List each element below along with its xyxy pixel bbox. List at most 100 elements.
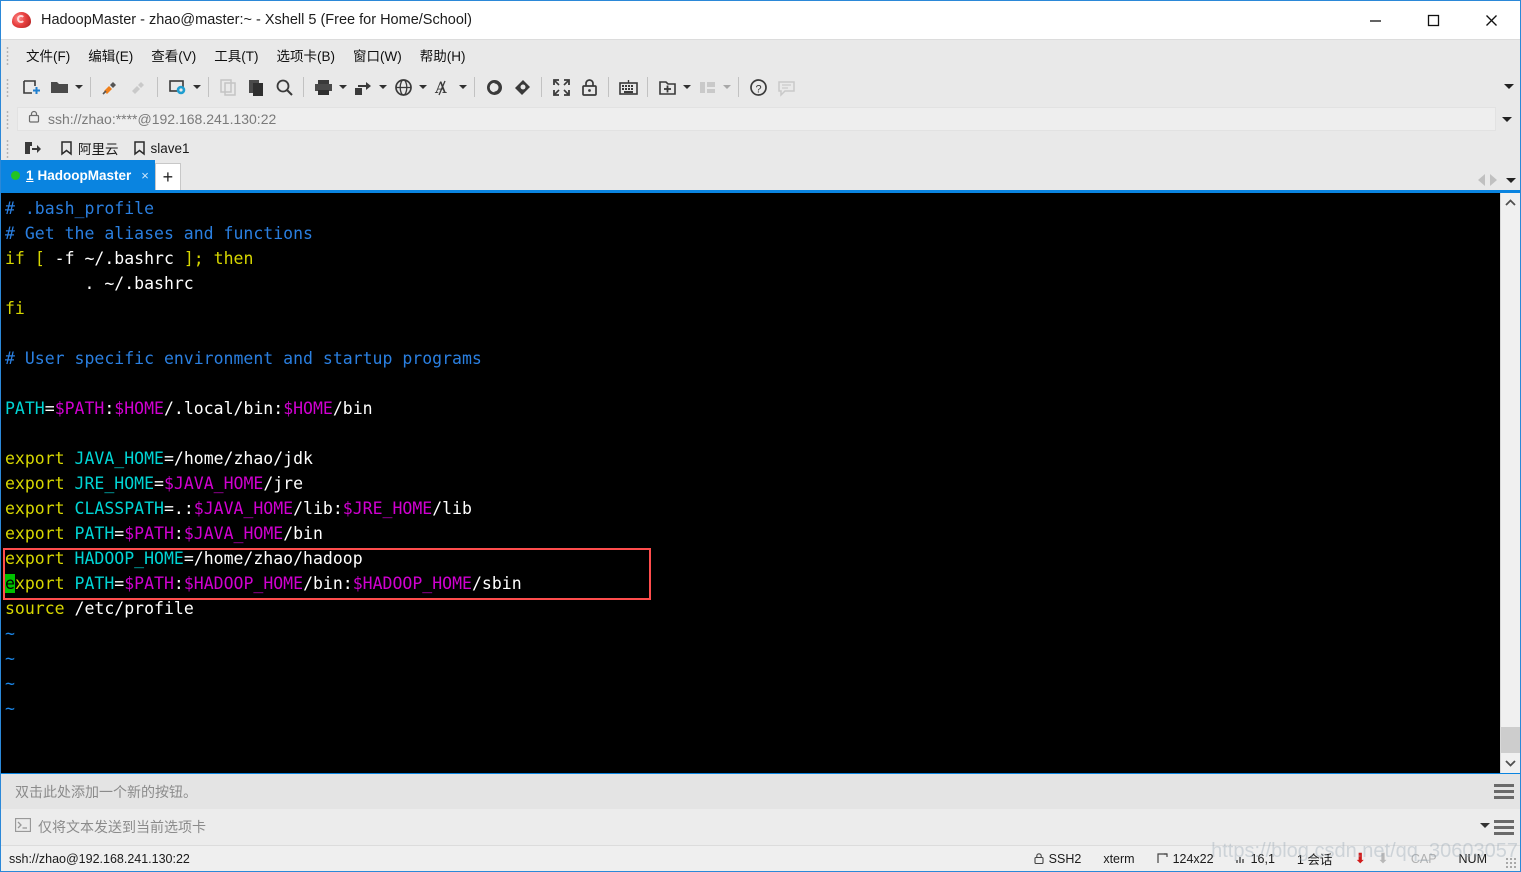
maximize-button[interactable] [1404,1,1462,39]
bookmark-item-aliyun[interactable]: 阿里云 [53,135,126,161]
scroll-down-button[interactable] [1501,753,1521,773]
connect-icon[interactable] [96,73,124,101]
send-text-chevron-down-icon[interactable] [1480,823,1490,828]
status-cursor: 16,1 [1225,852,1286,866]
menu-item-view[interactable]: 查看(V) [142,41,205,69]
paste-icon[interactable] [242,73,270,101]
print-dropdown-icon[interactable] [337,73,349,101]
tab-hadoopmaster[interactable]: 1 HadoopMaster × [1,160,155,190]
copy-window-icon[interactable] [214,73,242,101]
menu-item-help[interactable]: 帮助(H) [411,41,475,69]
file-transfer-icon[interactable] [349,73,377,101]
quick-command-bar[interactable]: 双击此处添加一个新的按钮。 [1,773,1520,809]
menu-item-tools[interactable]: 工具(T) [205,41,267,69]
tunnel-icon[interactable] [508,73,536,101]
status-caps: CAP [1410,851,1437,866]
print-icon[interactable] [309,73,337,101]
status-sessions: 1 会话 [1296,853,1333,867]
terminal-line: export PATH=$PATH:$HADOOP_HOME/bin:$HADO… [5,574,522,593]
terminal-line: export JAVA_HOME=/home/zhao/jdk [5,449,313,468]
terminal-line: # Get the aliases and functions [5,224,313,243]
lock-icon [28,110,40,128]
status-transfer: ⬇ [1343,850,1377,867]
menu-item-file[interactable]: 文件(F) [17,41,79,69]
close-button[interactable] [1462,1,1520,39]
chevron-left-icon[interactable] [1478,174,1485,186]
status-protocol: SSH2 [1023,852,1093,866]
lock-icon[interactable] [575,73,603,101]
menu-grip[interactable] [4,44,13,65]
find-icon[interactable] [270,73,298,101]
quick-command-hamburger-icon[interactable] [1494,784,1514,799]
file-transfer-dropdown-icon[interactable] [377,73,389,101]
terminal-line: export JRE_HOME=$JAVA_HOME/jre [5,474,304,493]
scroll-up-button[interactable] [1501,193,1521,213]
terminal-area: # .bash_profile # Get the aliases and fun… [1,193,1520,773]
connected-dot-icon [11,170,20,180]
chevron-down-icon[interactable] [1500,109,1514,129]
tab-label: HadoopMaster [37,167,132,183]
terminal-screen[interactable]: # .bash_profile # Get the aliases and fun… [1,193,1500,773]
tab-strip: 1 HadoopMaster × + [1,160,1520,193]
chevron-right-icon[interactable] [1490,174,1497,186]
send-text-bar[interactable]: 仅将文本发送到当前选项卡 [1,809,1520,845]
terminal-line: # .bash_profile [5,199,155,218]
session-properties-dropdown-icon[interactable] [191,73,203,101]
font-icon[interactable]: A [429,73,457,101]
terminal-line: source /etc/profile [5,599,194,618]
send-bar-hamburger-icon[interactable] [1494,819,1514,835]
lock-icon [1034,853,1044,864]
address-input[interactable]: ssh://zhao:****@192.168.241.130:22 [17,107,1496,131]
svg-text:?: ? [755,83,761,95]
window-title: HadoopMaster - zhao@master:~ - Xshell 5 … [41,12,472,28]
terminal-scrollbar[interactable] [1500,193,1520,773]
address-bar: ssh://zhao:****@192.168.241.130:22 [1,105,1520,133]
new-session-icon[interactable] [17,73,45,101]
bookmark-manage-icon[interactable] [17,137,53,160]
disconnect-icon[interactable] [124,73,152,101]
close-icon[interactable]: × [141,168,149,183]
title-bar: HadoopMaster - zhao@master:~ - Xshell 5 … [1,1,1520,39]
resize-grip[interactable] [1505,857,1517,869]
sftp-icon[interactable] [480,73,508,101]
keyboard-icon[interactable] [614,73,642,101]
add-tab-dropdown-icon[interactable] [681,73,693,101]
status-cursor-label: 16,1 [1250,851,1275,866]
scrollbar-thumb[interactable] [1500,727,1520,753]
session-properties-icon[interactable] [163,73,191,101]
add-tab-icon[interactable] [653,73,681,101]
font-dropdown-icon[interactable] [457,73,469,101]
chat-icon[interactable] [772,73,800,101]
toolbar-grip[interactable] [4,77,13,97]
toolbar-overflow-icon[interactable] [1502,75,1516,97]
status-bar-right: SSH2 xterm 124x22 16,1 1 会话 ⬇ ⬇ CAP NUM [1023,849,1498,868]
layout-dropdown-icon[interactable] [721,73,733,101]
menu-item-tabs[interactable]: 选项卡(B) [268,41,345,69]
window-controls [1346,1,1520,39]
help-icon[interactable]: ? [744,73,772,101]
terminal-line: export PATH=$PATH:$JAVA_HOME/bin [5,524,323,543]
terminal-cursor: e [5,574,15,593]
toolbar-separator [541,77,542,97]
bookmark-item-slave1[interactable]: slave1 [126,138,197,159]
open-folder-icon[interactable] [45,73,73,101]
address-bar-grip[interactable] [4,109,13,129]
bookmark-icon [61,140,72,156]
status-size-label: 124x22 [1172,851,1214,866]
new-tab-button[interactable]: + [154,163,181,190]
layout-icon[interactable] [693,73,721,101]
menu-item-edit[interactable]: 编辑(E) [79,41,142,69]
menu-item-window[interactable]: 窗口(W) [344,41,411,69]
xshell-icon [11,9,33,31]
globe-icon[interactable] [389,73,417,101]
open-folder-dropdown-icon[interactable] [73,73,85,101]
status-transfer-down: ⬇ [1377,850,1400,867]
tab-menu-chevron-down-icon[interactable] [1506,177,1516,183]
tab-scroll-controls [1478,174,1516,186]
fullscreen-icon[interactable] [547,73,575,101]
minimize-button[interactable] [1346,1,1404,39]
globe-dropdown-icon[interactable] [417,73,429,101]
scrollbar-track[interactable] [1500,213,1520,727]
bookmark-bar-grip[interactable] [4,138,13,158]
